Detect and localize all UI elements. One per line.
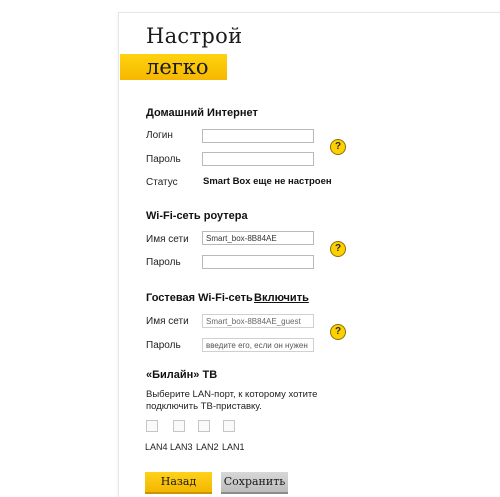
guest-ssid-input[interactable] [202,314,314,328]
tv-description: Выберите LAN-порт, к которому хотите под… [146,389,318,412]
lan2-checkbox[interactable] [198,420,210,432]
section-title-tv: «Билайн» ТВ [146,369,218,381]
password-input[interactable] [202,152,314,166]
login-input[interactable] [202,129,314,143]
lan1-checkbox[interactable] [223,420,235,432]
help-icon-home-internet[interactable]: ? [330,139,346,155]
lan2-label: LAN2 [196,442,219,452]
status-label: Статус [146,177,178,188]
router-ssid-label: Имя сети [146,234,189,245]
section-title-guest-wifi: Гостевая Wi-Fi-сеть [146,292,253,304]
save-button[interactable]: Сохранить [221,472,288,494]
help-icon-router-wifi[interactable]: ? [330,241,346,257]
logo-text-bottom: легко [146,55,209,79]
login-label: Логин [146,130,173,141]
router-ssid-input[interactable] [202,231,314,245]
section-title-home-internet: Домашний Интернет [146,107,258,119]
router-password-input[interactable] [202,255,314,269]
lan4-label: LAN4 [145,442,168,452]
guest-password-input[interactable] [202,338,314,352]
lan1-label: LAN1 [222,442,245,452]
guest-wifi-enable-link[interactable]: Включить [254,292,309,304]
guest-password-label: Пароль [146,340,181,351]
lan4-checkbox[interactable] [146,420,158,432]
password-label: Пароль [146,154,181,165]
guest-ssid-label: Имя сети [146,316,189,327]
back-button[interactable]: Назад [145,472,212,494]
section-title-router-wifi: Wi-Fi-сеть роутера [146,210,248,222]
lan3-checkbox[interactable] [173,420,185,432]
logo-text-top: Настрой [146,24,243,48]
lan3-label: LAN3 [170,442,193,452]
status-value: Smart Box еще не настроен [203,176,332,187]
help-icon-guest-wifi[interactable]: ? [330,324,346,340]
router-password-label: Пароль [146,257,181,268]
